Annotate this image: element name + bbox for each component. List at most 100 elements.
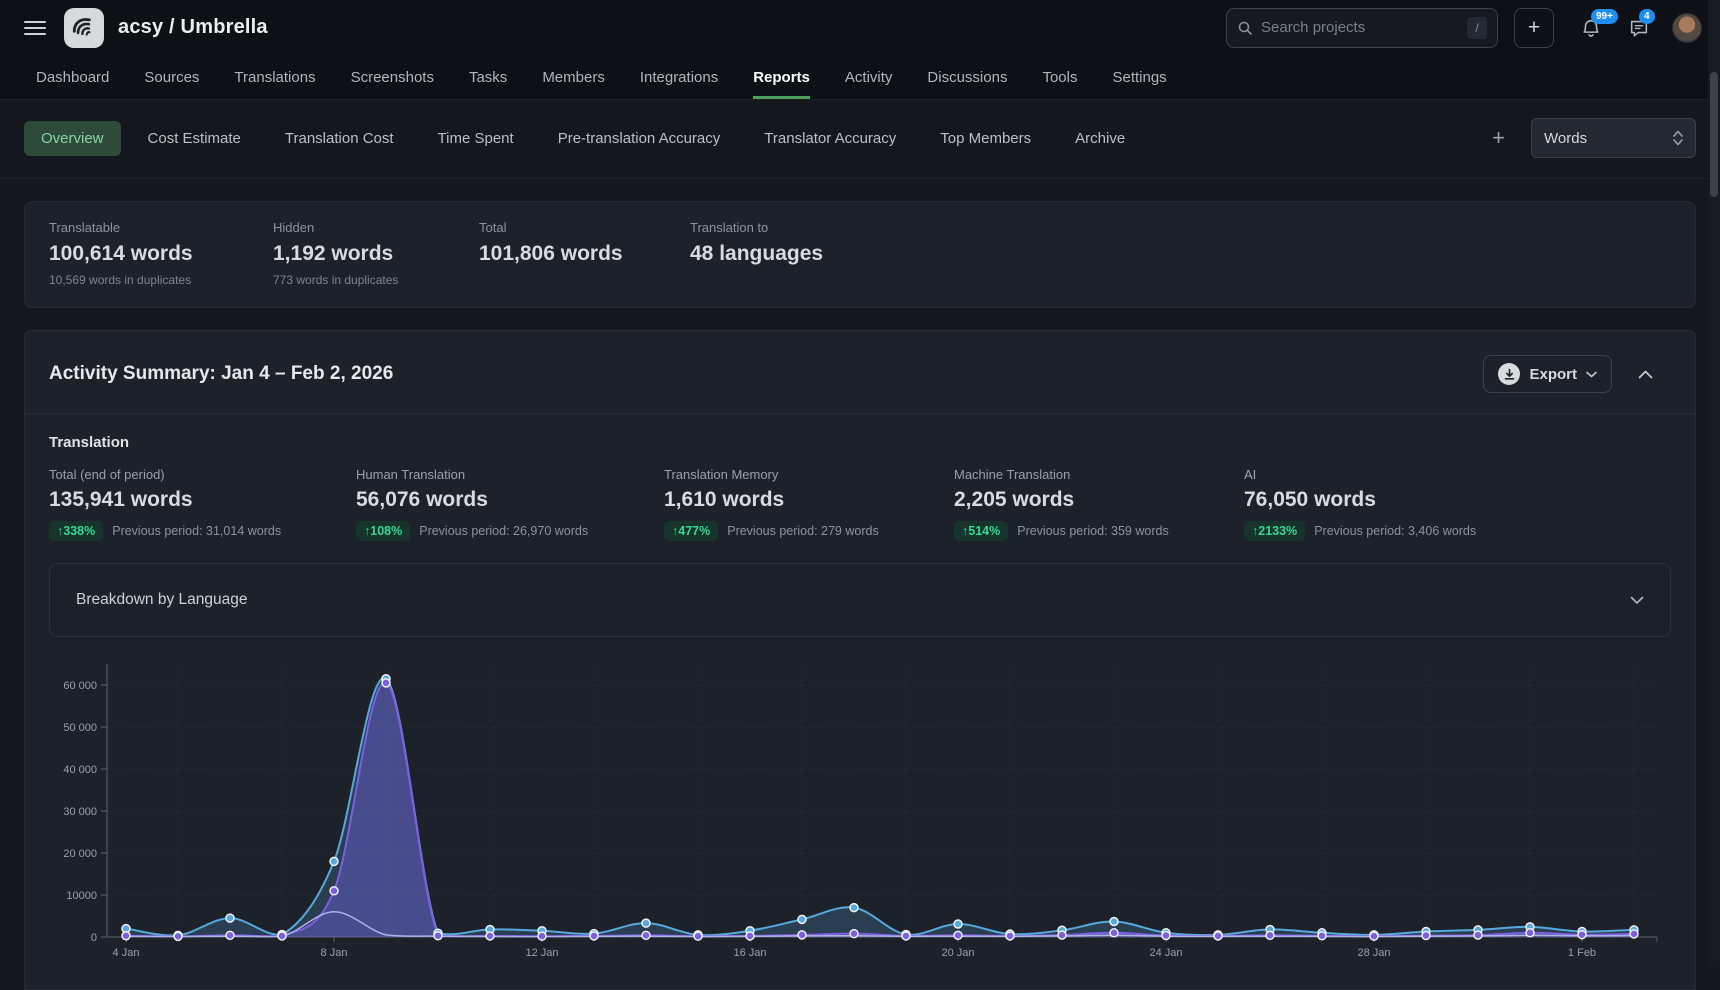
- add-report-button[interactable]: +: [1476, 127, 1521, 149]
- page-scrollbar[interactable]: [1708, 0, 1720, 967]
- stat-subtext: 10,569 words in duplicates: [49, 273, 273, 287]
- nav-tab-discussions[interactable]: Discussions: [927, 55, 1007, 99]
- stat-subtext: 773 words in duplicates: [273, 273, 479, 287]
- nav-tab-reports[interactable]: Reports: [753, 55, 810, 99]
- collapse-section-button[interactable]: [1638, 370, 1653, 379]
- report-subnav: Overview Cost Estimate Translation Cost …: [0, 100, 1720, 179]
- stat-value: 100,614 words: [49, 242, 273, 266]
- stat-value: 101,806 words: [479, 242, 690, 266]
- stat-label: Hidden: [273, 220, 479, 235]
- nav-tab-sources[interactable]: Sources: [144, 55, 199, 99]
- nav-tab-activity[interactable]: Activity: [845, 55, 893, 99]
- stat-value: 1,192 words: [273, 242, 479, 266]
- activity-chart-wrap: 0 10000 20 000 30 000 40 000 50 000 60 000 4 Ja…: [25, 637, 1695, 976]
- project-logo[interactable]: [64, 8, 104, 48]
- svg-text:8 Jan: 8 Jan: [321, 947, 348, 959]
- svg-text:0: 0: [91, 932, 97, 944]
- svg-text:50 000: 50 000: [63, 722, 97, 734]
- stat-label: Machine Translation: [954, 467, 1244, 482]
- scrollbar-thumb[interactable]: [1710, 72, 1718, 197]
- svg-text:12 Jan: 12 Jan: [525, 947, 558, 959]
- report-tab-translator-accuracy[interactable]: Translator Accuracy: [747, 121, 913, 156]
- hamburger-menu-icon[interactable]: [24, 21, 46, 35]
- topbar: acsy / Umbrella / + 99+ 4: [0, 0, 1720, 55]
- logo-swirl-icon: [71, 15, 97, 41]
- report-tab-overview[interactable]: Overview: [24, 121, 121, 156]
- breakdown-by-language-toggle[interactable]: Breakdown by Language: [49, 563, 1671, 637]
- previous-period-text: Previous period: 3,406 words: [1314, 524, 1476, 538]
- search-box[interactable]: /: [1226, 8, 1498, 48]
- stat-value: 1,610 words: [664, 488, 954, 512]
- stat-label: Total: [479, 220, 690, 235]
- svg-text:40 000: 40 000: [63, 764, 97, 776]
- translation-section-title: Translation: [49, 434, 1671, 451]
- search-shortcut-key: /: [1467, 17, 1487, 39]
- messages-count-badge: 4: [1639, 9, 1655, 24]
- change-up-badge: ↑477%: [664, 521, 718, 541]
- previous-period-text: Previous period: 359 words: [1017, 524, 1168, 538]
- svg-text:10000: 10000: [66, 890, 97, 902]
- svg-text:1 Feb: 1 Feb: [1568, 947, 1596, 959]
- activity-chart: 0 10000 20 000 30 000 40 000 50 000 60 000 4 Ja…: [41, 651, 1681, 971]
- nav-tab-translations[interactable]: Translations: [234, 55, 315, 99]
- report-tab-pre-translation-accuracy[interactable]: Pre-translation Accuracy: [541, 121, 738, 156]
- translation-stats-row: Total (end of period) 135,941 words ↑338…: [49, 467, 1671, 541]
- stat-value: 56,076 words: [356, 488, 664, 512]
- svg-text:4 Jan: 4 Jan: [113, 947, 140, 959]
- stat-value: 135,941 words: [49, 488, 356, 512]
- svg-text:16 Jan: 16 Jan: [733, 947, 766, 959]
- stat-total: Total 101,806 words: [479, 220, 690, 287]
- stat-human-translation: Human Translation 56,076 words ↑108% Pre…: [356, 467, 664, 541]
- activity-title: Activity Summary: Jan 4 – Feb 2, 2026: [49, 363, 393, 385]
- nav-tab-settings[interactable]: Settings: [1112, 55, 1166, 99]
- search-icon: [1237, 20, 1253, 36]
- stat-ai: AI 76,050 words ↑2133% Previous period: …: [1244, 467, 1671, 541]
- main-nav: Dashboard Sources Translations Screensho…: [0, 55, 1720, 100]
- unit-select-dropdown[interactable]: Words: [1531, 118, 1696, 158]
- svg-text:30 000: 30 000: [63, 806, 97, 818]
- change-up-badge: ↑108%: [356, 521, 410, 541]
- activity-header: Activity Summary: Jan 4 – Feb 2, 2026 Ex…: [25, 331, 1695, 413]
- stat-label: Translatable: [49, 220, 273, 235]
- report-tab-cost-estimate[interactable]: Cost Estimate: [131, 121, 258, 156]
- nav-tab-members[interactable]: Members: [542, 55, 605, 99]
- project-breadcrumb-title[interactable]: acsy / Umbrella: [118, 16, 268, 39]
- nav-tab-tasks[interactable]: Tasks: [469, 55, 507, 99]
- search-input[interactable]: [1261, 19, 1459, 36]
- change-up-badge: ↑514%: [954, 521, 1008, 541]
- notifications-button[interactable]: 99+: [1580, 17, 1602, 39]
- previous-period-text: Previous period: 279 words: [727, 524, 878, 538]
- stat-label: Total (end of period): [49, 467, 356, 482]
- previous-period-text: Previous period: 31,014 words: [112, 524, 281, 538]
- report-tab-archive[interactable]: Archive: [1058, 121, 1142, 156]
- svg-text:28 Jan: 28 Jan: [1357, 947, 1390, 959]
- stat-value: 76,050 words: [1244, 488, 1671, 512]
- activity-summary-card: Activity Summary: Jan 4 – Feb 2, 2026 Ex…: [24, 330, 1696, 990]
- previous-period-text: Previous period: 26,970 words: [419, 524, 588, 538]
- chevron-down-icon: [1630, 596, 1644, 605]
- stat-machine-translation: Machine Translation 2,205 words ↑514% Pr…: [954, 467, 1244, 541]
- report-tab-translation-cost[interactable]: Translation Cost: [268, 121, 411, 156]
- unit-select-value: Words: [1544, 130, 1587, 147]
- nav-tab-screenshots[interactable]: Screenshots: [351, 55, 434, 99]
- stat-value: 2,205 words: [954, 488, 1244, 512]
- export-label: Export: [1529, 366, 1577, 383]
- messages-button[interactable]: 4: [1628, 17, 1650, 39]
- stat-translation-to: Translation to 48 languages: [690, 220, 823, 287]
- stat-value: 48 languages: [690, 242, 823, 266]
- svg-text:20 000: 20 000: [63, 848, 97, 860]
- svg-text:24 Jan: 24 Jan: [1149, 947, 1182, 959]
- chevron-up-icon: [1638, 370, 1653, 379]
- report-tab-time-spent[interactable]: Time Spent: [421, 121, 531, 156]
- stat-label: Translation to: [690, 220, 823, 235]
- select-arrows-icon: [1673, 130, 1683, 146]
- svg-text:60 000: 60 000: [63, 680, 97, 692]
- export-button[interactable]: Export: [1483, 355, 1612, 393]
- nav-tab-integrations[interactable]: Integrations: [640, 55, 718, 99]
- create-project-button[interactable]: +: [1514, 8, 1554, 48]
- nav-tab-tools[interactable]: Tools: [1042, 55, 1077, 99]
- word-summary-card: Translatable 100,614 words 10,569 words …: [24, 201, 1696, 308]
- user-avatar[interactable]: [1672, 13, 1702, 43]
- report-tab-top-members[interactable]: Top Members: [923, 121, 1048, 156]
- nav-tab-dashboard[interactable]: Dashboard: [36, 55, 109, 99]
